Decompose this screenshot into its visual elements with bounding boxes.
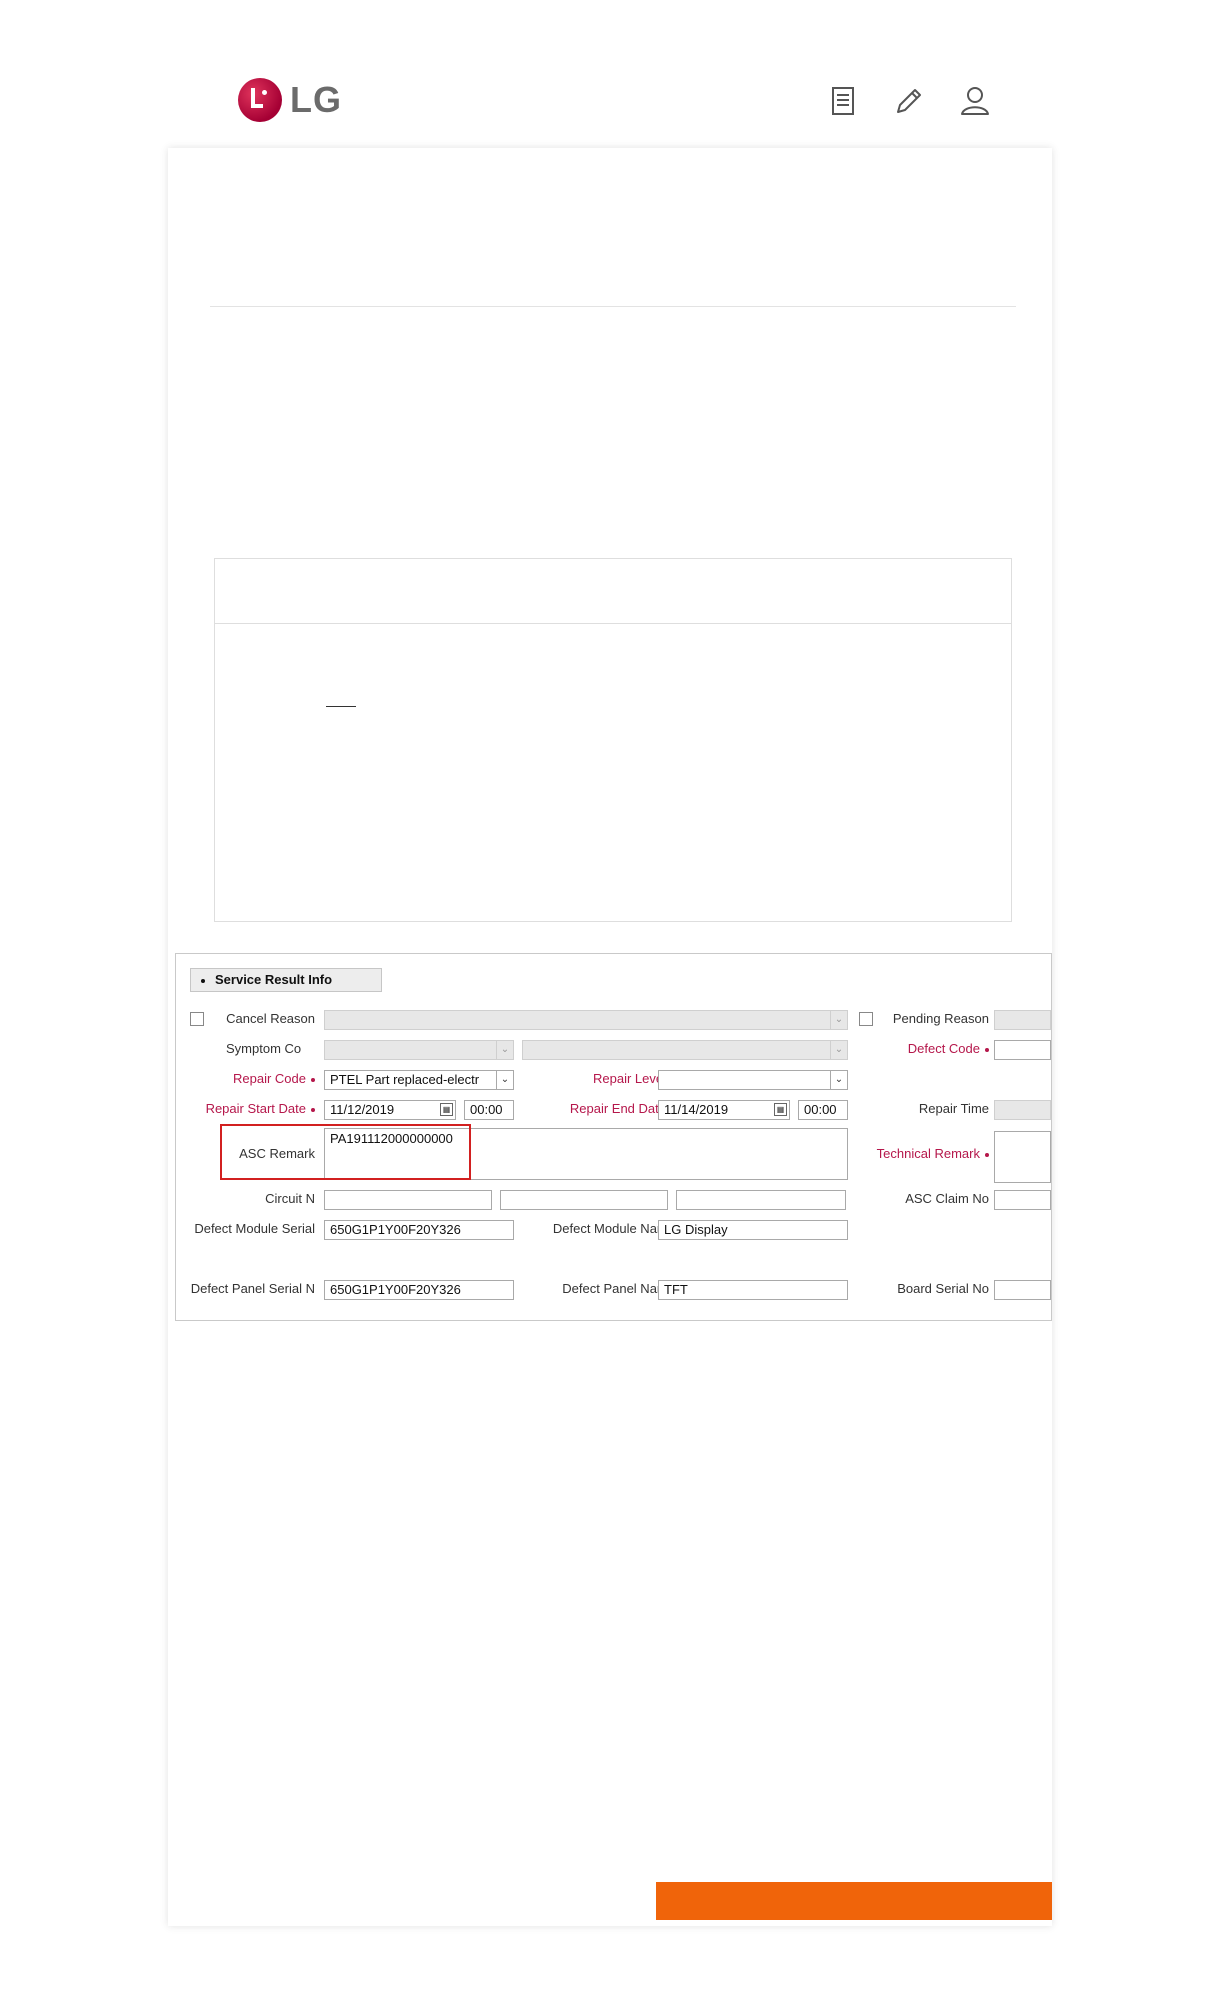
symptom-code-select[interactable]: ⌄: [324, 1040, 514, 1060]
repair-level-label: Repair Level: [546, 1071, 675, 1086]
service-result-form: Service Result Info Cancel Reason ⌄ Pend…: [175, 953, 1052, 1321]
circuit-field-3[interactable]: [676, 1190, 846, 1210]
pending-reason-checkbox[interactable]: [859, 1012, 873, 1026]
repair-time-label: Repair Time: [918, 1101, 989, 1116]
technical-remark-label: Technical Remark: [866, 1146, 989, 1161]
site-header: LG: [0, 0, 1224, 150]
asc-remark-highlight: [220, 1124, 471, 1180]
chevron-down-icon: ⌄: [496, 1071, 513, 1089]
repair-end-date-input[interactable]: 11/14/2019 ▦: [658, 1100, 790, 1120]
repair-end-time-input[interactable]: 00:00: [798, 1100, 848, 1120]
defect-panel-name-input[interactable]: TFT: [658, 1280, 848, 1300]
repair-start-time-input[interactable]: 00:00: [464, 1100, 514, 1120]
circuit-field-2[interactable]: [500, 1190, 668, 1210]
symptom-detail-select[interactable]: ⌄: [522, 1040, 848, 1060]
cancel-reason-label: Cancel Reason: [226, 1011, 315, 1026]
asc-claim-label: ASC Claim No: [905, 1191, 989, 1206]
repair-end-date-label: Repair End Date: [530, 1101, 675, 1116]
chevron-down-icon: ⌄: [830, 1071, 847, 1089]
repair-start-date-input[interactable]: 11/12/2019 ▦: [324, 1100, 456, 1120]
defect-code-field[interactable]: [994, 1040, 1051, 1060]
repair-code-label: Repair Code: [186, 1071, 315, 1086]
pending-reason-label: Pending Reason: [892, 1011, 989, 1026]
repair-start-date-label: Repair Start Date: [176, 1101, 315, 1116]
panel-underline: [326, 706, 356, 707]
repair-code-select[interactable]: PTEL Part replaced-electr ⌄: [324, 1070, 514, 1090]
info-panel: [214, 558, 1012, 922]
section-divider: [210, 306, 1016, 307]
cancel-reason-select[interactable]: ⌄: [324, 1010, 848, 1030]
required-marker-icon: [311, 1077, 315, 1082]
technical-remark-textarea[interactable]: [994, 1131, 1051, 1183]
calendar-icon[interactable]: ▦: [440, 1103, 453, 1116]
orange-action-button[interactable]: [656, 1882, 1052, 1920]
required-marker-icon: [985, 1047, 989, 1052]
calendar-icon[interactable]: ▦: [774, 1103, 787, 1116]
tab-label: Service Result Info: [215, 972, 333, 987]
defect-module-name-label: Defect Module Name: [552, 1221, 675, 1236]
defect-module-serial-input[interactable]: 650G1P1Y00F20Y326: [324, 1220, 514, 1240]
chevron-down-icon: ⌄: [496, 1041, 513, 1059]
chevron-down-icon: ⌄: [830, 1011, 847, 1029]
defect-code-label: Defect Code: [876, 1041, 989, 1056]
lg-logo-text: LG: [290, 79, 342, 120]
cancel-reason-checkbox[interactable]: [190, 1012, 204, 1026]
user-icon[interactable]: [958, 84, 992, 118]
defect-module-serial-label: Defect Module Serial: [194, 1221, 315, 1236]
pending-reason-select[interactable]: [994, 1010, 1051, 1030]
lg-logo-mark: [238, 78, 282, 122]
asc-claim-field[interactable]: [994, 1190, 1051, 1210]
lg-logo[interactable]: LG: [238, 78, 342, 122]
defect-panel-name-label: Defect Panel Name: [562, 1281, 675, 1296]
repair-time-field: [994, 1100, 1051, 1120]
defect-panel-serial-input[interactable]: 650G1P1Y00F20Y326: [324, 1280, 514, 1300]
symptom-code-label: Symptom Co: [226, 1041, 302, 1056]
defect-panel-serial-label: Defect Panel Serial N: [190, 1281, 315, 1296]
defect-module-name-input[interactable]: LG Display: [658, 1220, 848, 1240]
circuit-label: Circuit N: [265, 1191, 315, 1206]
tab-service-result-info[interactable]: Service Result Info: [190, 968, 382, 992]
board-serial-field[interactable]: [994, 1280, 1051, 1300]
pencil-icon[interactable]: [892, 84, 926, 118]
circuit-field-1[interactable]: [324, 1190, 492, 1210]
document-icon[interactable]: [826, 84, 860, 118]
repair-code-value: PTEL Part replaced-electr: [330, 1072, 480, 1087]
info-panel-header: [215, 559, 1011, 624]
repair-level-select[interactable]: ⌄: [658, 1070, 848, 1090]
chevron-down-icon: ⌄: [830, 1041, 847, 1059]
required-marker-icon: [311, 1107, 315, 1112]
board-serial-label: Board Serial No: [897, 1281, 989, 1296]
required-marker-icon: [985, 1152, 989, 1157]
